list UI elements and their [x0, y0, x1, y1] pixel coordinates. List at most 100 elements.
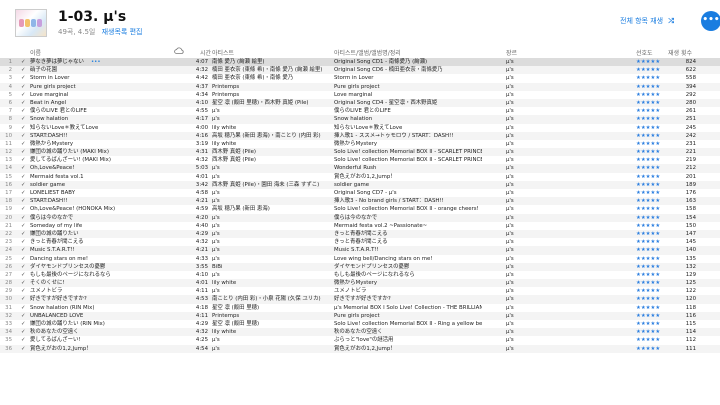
checkbox-icon[interactable]: ✓ [21, 132, 26, 140]
checkbox-icon[interactable]: ✓ [21, 205, 26, 213]
track-name[interactable]: もしも最後のページになれるなら [30, 271, 170, 279]
track-name[interactable]: Oh,Love&Peace! [30, 164, 170, 172]
track-rating[interactable]: ★★★★★ [636, 214, 668, 222]
track-album[interactable]: 賞色えがおの1,2,Jump！ [334, 173, 482, 181]
checkbox-icon[interactable]: ✓ [21, 263, 26, 271]
track-rating[interactable]: ★★★★★ [636, 181, 668, 189]
table-row[interactable]: 30 ✓ 好きですが好きですか? 4:53 南ことり (内田 彩)・小泉 花陽 (久保 … [0, 295, 720, 304]
track-rating[interactable]: ★★★★★ [636, 271, 668, 279]
track-rating[interactable]: ★★★★★ [636, 197, 668, 205]
track-album[interactable]: Love wing bell/Dancing stars on me! [334, 255, 482, 263]
track-artist[interactable]: μ's [212, 222, 332, 230]
checkbox-icon[interactable]: ✓ [21, 124, 26, 132]
track-artist[interactable]: μ's [212, 214, 332, 222]
track-name[interactable]: 嫌団の城の踊りたい [30, 230, 170, 238]
column-genre[interactable]: 장르 [506, 48, 517, 57]
track-artist[interactable]: μ's [212, 238, 332, 246]
track-album[interactable]: Storm in Lover [334, 74, 482, 82]
checkbox-icon[interactable]: ✓ [21, 246, 26, 254]
track-rating[interactable]: ★★★★★ [636, 140, 668, 148]
track-rating[interactable]: ★★★★★ [636, 345, 668, 353]
row-more-icon[interactable]: ••• [91, 58, 101, 66]
table-row[interactable]: 20 ✓ 僕らは今のなかで 4:20 μ's 僕らは今のなかで μ's ★★★★★ 154 [0, 213, 720, 222]
track-name[interactable]: Dancing stars on me! [30, 255, 170, 263]
track-name[interactable]: 僕らのLIVE 君とのLIFE [30, 107, 170, 115]
checkbox-icon[interactable]: ✓ [21, 238, 26, 246]
track-artist[interactable]: lily white [212, 124, 332, 132]
track-album[interactable]: Solo Live! collection Memorial BOX II - … [334, 148, 482, 156]
track-artist[interactable]: 楠田 亜衣奈 (東條 希)・南條 愛乃 [212, 74, 332, 82]
track-artist[interactable]: μ's [212, 115, 332, 123]
track-album[interactable]: Mermaid festa vol.2 ~Passionate~ [334, 222, 482, 230]
track-rating[interactable]: ★★★★★ [636, 124, 668, 132]
table-row[interactable]: 29 ✓ ユメノトビラ 4:11 μ's ユメノトビラ μ's ★★★★★ 122 [0, 287, 720, 295]
checkbox-icon[interactable]: ✓ [21, 197, 26, 205]
column-plays[interactable]: 재생 횟수 [668, 48, 692, 57]
checkbox-icon[interactable]: ✓ [21, 312, 26, 320]
track-artist[interactable]: 星空 凛 (飯田 里穂) [212, 304, 332, 312]
track-album[interactable]: Love marginal [334, 91, 482, 99]
track-name[interactable]: きっと青春が聞こえる [30, 238, 170, 246]
shuffle-icon[interactable]: ⤮ [668, 17, 674, 25]
track-rating[interactable]: ★★★★★ [636, 189, 668, 197]
track-name[interactable]: Snow halation (RIN Mix) [30, 304, 170, 312]
track-album[interactable]: 好きですが好きですか? [334, 295, 482, 303]
track-rating[interactable]: ★★★★★ [636, 222, 668, 230]
track-rating[interactable]: ★★★★★ [636, 148, 668, 156]
track-artist[interactable]: μ's [212, 189, 332, 197]
table-row[interactable]: 16 ✓ soldier game 3:42 西木野 真姫 (Pile)・園田 海未 (… [0, 180, 720, 189]
table-row[interactable]: 26 ✓ ダイヤモンドプリンセスの憂鬱 3:55 BiBi ダイヤモンドプリンセスの憂鬱 μ… [0, 262, 720, 271]
table-row[interactable]: 9 ✓ 知らないLove＊教えてLove 4:00 lily white 知らないLove… [0, 124, 720, 132]
track-name[interactable]: Music S.T.A.R.T!! [30, 246, 170, 254]
track-album[interactable]: Original Song CD4 - 星空凛・西木野真姫 [334, 99, 482, 107]
track-rating[interactable]: ★★★★★ [636, 304, 668, 312]
table-row[interactable]: 7 ✓ 僕らのLIVE 君とのLIFE 4:55 μ's 僕らのLIVE 君とのLIFE μ… [0, 107, 720, 115]
track-name[interactable]: 硝子の花園 [30, 66, 170, 74]
table-row[interactable]: 17 ✓ LONELIEST BABY 4:58 μ's Original Song CD… [0, 189, 720, 197]
table-row[interactable]: 27 ✓ もしも最後のページになれるなら 4:10 μ's もしも最後のページになれるなら… [0, 271, 720, 279]
track-artist[interactable]: lily white [212, 279, 332, 287]
track-rating[interactable]: ★★★★★ [636, 312, 668, 320]
track-rating[interactable]: ★★★★★ [636, 132, 668, 140]
play-all-button[interactable]: 전체 항목 재생 ⤮ [620, 16, 674, 26]
track-album[interactable]: soldier game [334, 181, 482, 189]
track-album[interactable]: Snow halation [334, 115, 482, 123]
track-artist[interactable]: μ's [212, 107, 332, 115]
track-rating[interactable]: ★★★★★ [636, 173, 668, 181]
track-album[interactable]: きっと青春が聞こえる [334, 238, 482, 246]
table-row[interactable]: 11 ✓ 微熱からMystery 3:19 lily white 微熱からMystery μ… [0, 140, 720, 148]
track-album[interactable]: Pure girls project [334, 83, 482, 91]
track-name[interactable]: 秋のあなたの空遠く [30, 328, 170, 336]
playlist-artwork[interactable] [15, 9, 47, 37]
track-artist[interactable]: μ's [212, 246, 332, 254]
track-album[interactable]: もしも最後のページになれるなら [334, 271, 482, 279]
track-artist[interactable]: 南條 愛乃 (絢瀬 絵里) [212, 58, 332, 66]
track-album[interactable]: Original Song CD1 - 南條愛乃 (絢瀬) [334, 58, 482, 66]
checkbox-icon[interactable]: ✓ [21, 279, 26, 287]
track-artist[interactable]: μ's [212, 173, 332, 181]
track-rating[interactable]: ★★★★★ [636, 205, 668, 213]
track-rating[interactable]: ★★★★★ [636, 107, 668, 115]
checkbox-icon[interactable]: ✓ [21, 91, 26, 99]
table-row[interactable]: 12 ✓ 嫌団の城の踊りたい (MAKI Mix) 4:31 西木野 真姫 (Pile)… [0, 148, 720, 157]
table-row[interactable]: 5 ✓ Love marginal 4:34 Printemps Love margina… [0, 91, 720, 99]
checkbox-icon[interactable]: ✓ [21, 255, 26, 263]
track-album[interactable]: ぶらっと"love"の謎活用 [334, 336, 482, 344]
track-album[interactable]: Wonderful Rush [334, 164, 482, 172]
track-name[interactable]: START:DASH!! [30, 197, 170, 205]
checkbox-icon[interactable]: ✓ [21, 74, 26, 82]
track-rating[interactable]: ★★★★★ [636, 287, 668, 295]
track-rating[interactable]: ★★★★★ [636, 246, 668, 254]
track-artist[interactable]: 星空 凛 (飯田 里穂) [212, 320, 332, 328]
table-row[interactable]: 8 ✓ Snow halation 4:17 μ's Snow halation μ's ★★… [0, 115, 720, 124]
track-name[interactable]: 嫌団の城の踊りたい (MAKI Mix) [30, 148, 170, 156]
track-rating[interactable]: ★★★★★ [636, 238, 668, 246]
track-name[interactable]: 知らないLove＊教えてLove [30, 124, 170, 132]
track-artist[interactable]: BiBi [212, 263, 332, 271]
track-album[interactable]: ユメノトビラ [334, 287, 482, 295]
track-album[interactable]: 挿入歌1 - ススメ→トゥモロウ / START：DASH!! [334, 132, 482, 140]
track-rating[interactable]: ★★★★★ [636, 156, 668, 164]
checkbox-icon[interactable]: ✓ [21, 107, 26, 115]
track-name[interactable]: UNBALANCED LOVE [30, 312, 170, 320]
table-row[interactable]: 24 ✓ Music S.T.A.R.T!! 4:21 μ's Music S.T.A.R… [0, 246, 720, 255]
